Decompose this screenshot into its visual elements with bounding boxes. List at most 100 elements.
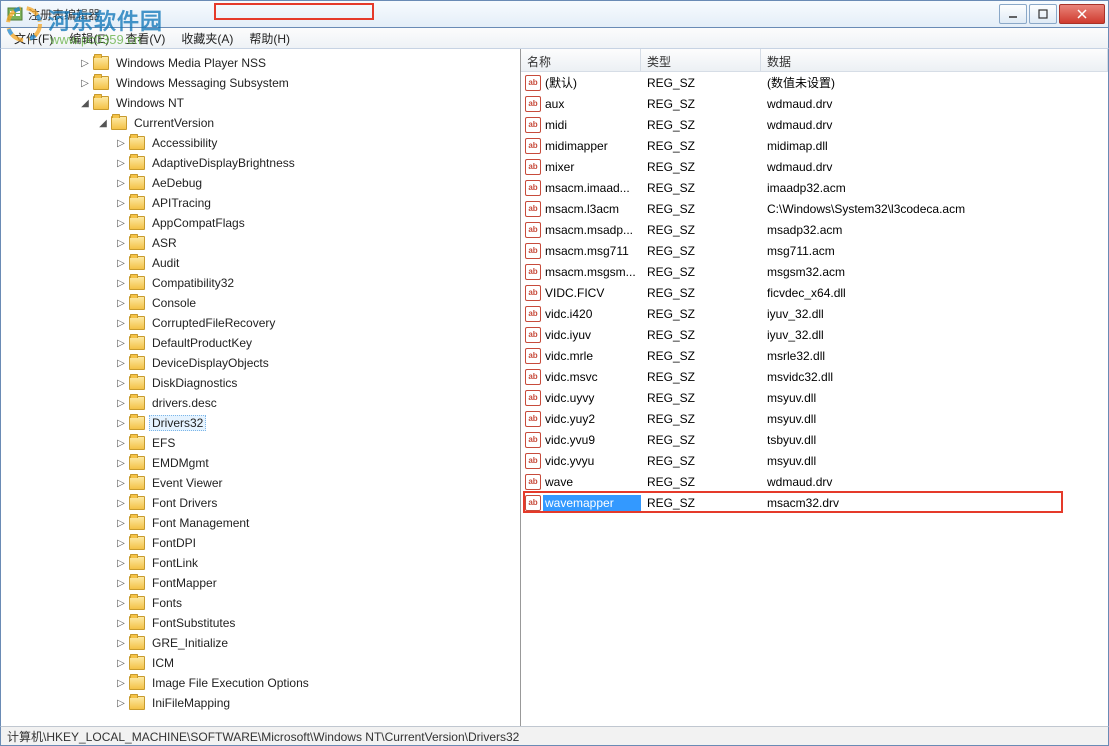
close-button[interactable]: [1059, 4, 1105, 24]
tree-item[interactable]: ▷Font Drivers: [1, 493, 520, 513]
list-row[interactable]: abmsacm.msg711REG_SZmsg711.acm: [521, 240, 1108, 261]
maximize-button[interactable]: [1029, 4, 1057, 24]
tree-item[interactable]: ▷Drivers32: [1, 413, 520, 433]
expand-icon[interactable]: ▷: [115, 697, 127, 709]
tree-item[interactable]: ▷ASR: [1, 233, 520, 253]
expand-icon[interactable]: ▷: [115, 457, 127, 469]
list-row[interactable]: abvidc.iyuvREG_SZiyuv_32.dll: [521, 324, 1108, 345]
expand-icon[interactable]: ▷: [79, 77, 91, 89]
list-row[interactable]: abvidc.yuy2REG_SZmsyuv.dll: [521, 408, 1108, 429]
tree-item[interactable]: ▷AeDebug: [1, 173, 520, 193]
list-row[interactable]: abmsacm.msadp...REG_SZmsadp32.acm: [521, 219, 1108, 240]
tree-item[interactable]: ▷APITracing: [1, 193, 520, 213]
tree-item[interactable]: ▷FontLink: [1, 553, 520, 573]
tree-item[interactable]: ▷Fonts: [1, 593, 520, 613]
expand-icon[interactable]: ▷: [115, 417, 127, 429]
expand-icon[interactable]: ▷: [115, 297, 127, 309]
expand-icon[interactable]: ▷: [115, 597, 127, 609]
tree-item[interactable]: ▷EMDMgmt: [1, 453, 520, 473]
list-row[interactable]: abvidc.i420REG_SZiyuv_32.dll: [521, 303, 1108, 324]
list-row[interactable]: abauxREG_SZwdmaud.drv: [521, 93, 1108, 114]
list-row[interactable]: ab(默认)REG_SZ(数值未设置): [521, 72, 1108, 93]
tree-item[interactable]: ▷CorruptedFileRecovery: [1, 313, 520, 333]
expand-icon[interactable]: ▷: [115, 257, 127, 269]
list-row[interactable]: abvidc.mrleREG_SZmsrle32.dll: [521, 345, 1108, 366]
tree-item[interactable]: ▷GRE_Initialize: [1, 633, 520, 653]
expand-icon[interactable]: ▷: [115, 177, 127, 189]
list-row[interactable]: abmsacm.l3acmREG_SZC:\Windows\System32\l…: [521, 198, 1108, 219]
list-row[interactable]: abvidc.yvu9REG_SZtsbyuv.dll: [521, 429, 1108, 450]
expand-icon[interactable]: ▷: [115, 637, 127, 649]
list-body[interactable]: ab(默认)REG_SZ(数值未设置)abauxREG_SZwdmaud.drv…: [521, 72, 1108, 726]
tree-item[interactable]: ▷DiskDiagnostics: [1, 373, 520, 393]
expand-icon[interactable]: ▷: [115, 197, 127, 209]
tree-item[interactable]: ▷Windows Media Player NSS: [1, 53, 520, 73]
tree-pane[interactable]: ▷Windows Media Player NSS▷Windows Messag…: [1, 49, 521, 726]
tree-item[interactable]: ◢Windows NT: [1, 93, 520, 113]
minimize-button[interactable]: [999, 4, 1027, 24]
list-row[interactable]: abmidimapperREG_SZmidimap.dll: [521, 135, 1108, 156]
expand-icon[interactable]: ▷: [115, 277, 127, 289]
expand-icon[interactable]: ▷: [79, 57, 91, 69]
tree-item[interactable]: ▷Windows Messaging Subsystem: [1, 73, 520, 93]
expand-icon[interactable]: ▷: [115, 477, 127, 489]
col-header-type[interactable]: 类型: [641, 49, 761, 71]
collapse-icon[interactable]: ◢: [79, 97, 91, 109]
list-row[interactable]: abmsacm.imaad...REG_SZimaadp32.acm: [521, 177, 1108, 198]
list-row[interactable]: abmidiREG_SZwdmaud.drv: [521, 114, 1108, 135]
expand-icon[interactable]: ▷: [115, 537, 127, 549]
expand-icon[interactable]: ▷: [115, 137, 127, 149]
tree-item[interactable]: ▷DefaultProductKey: [1, 333, 520, 353]
list-row[interactable]: abmixerREG_SZwdmaud.drv: [521, 156, 1108, 177]
menu-help[interactable]: 帮助(H): [242, 28, 297, 49]
list-row[interactable]: abwaveREG_SZwdmaud.drv: [521, 471, 1108, 492]
tree-item[interactable]: ▷Audit: [1, 253, 520, 273]
expand-icon[interactable]: ▷: [115, 357, 127, 369]
tree-item[interactable]: ▷drivers.desc: [1, 393, 520, 413]
expand-icon[interactable]: ▷: [115, 397, 127, 409]
tree-item[interactable]: ▷ICM: [1, 653, 520, 673]
tree-item[interactable]: ▷FontMapper: [1, 573, 520, 593]
menu-favorites[interactable]: 收藏夹(A): [174, 28, 240, 49]
menu-view[interactable]: 查看(V): [118, 28, 172, 49]
tree-item[interactable]: ▷Font Management: [1, 513, 520, 533]
expand-icon[interactable]: ▷: [115, 497, 127, 509]
list-row[interactable]: abVIDC.FICVREG_SZficvdec_x64.dll: [521, 282, 1108, 303]
expand-icon[interactable]: ▷: [115, 437, 127, 449]
tree-item[interactable]: ▷FontDPI: [1, 533, 520, 553]
tree-item[interactable]: ▷AppCompatFlags: [1, 213, 520, 233]
list-row[interactable]: abvidc.yvyuREG_SZmsyuv.dll: [521, 450, 1108, 471]
expand-icon[interactable]: ▷: [115, 677, 127, 689]
col-header-name[interactable]: 名称: [521, 49, 641, 71]
collapse-icon[interactable]: ◢: [97, 117, 109, 129]
list-row[interactable]: abwavemapperREG_SZmsacm32.drv: [521, 492, 1108, 513]
tree-item[interactable]: ▷IniFileMapping: [1, 693, 520, 713]
tree-item[interactable]: ▷Event Viewer: [1, 473, 520, 493]
list-row[interactable]: abmsacm.msgsm...REG_SZmsgsm32.acm: [521, 261, 1108, 282]
menu-file[interactable]: 文件(F): [7, 28, 60, 49]
expand-icon[interactable]: ▷: [115, 317, 127, 329]
tree-item[interactable]: ▷AdaptiveDisplayBrightness: [1, 153, 520, 173]
expand-icon[interactable]: ▷: [115, 577, 127, 589]
col-header-data[interactable]: 数据: [761, 49, 1108, 71]
list-row[interactable]: abvidc.msvcREG_SZmsvidc32.dll: [521, 366, 1108, 387]
tree-item[interactable]: ▷EFS: [1, 433, 520, 453]
expand-icon[interactable]: ▷: [115, 217, 127, 229]
expand-icon[interactable]: ▷: [115, 377, 127, 389]
list-row[interactable]: abvidc.uyvyREG_SZmsyuv.dll: [521, 387, 1108, 408]
expand-icon[interactable]: ▷: [115, 337, 127, 349]
expand-icon[interactable]: ▷: [115, 237, 127, 249]
expand-icon[interactable]: ▷: [115, 157, 127, 169]
tree-item[interactable]: ▷FontSubstitutes: [1, 613, 520, 633]
tree-item[interactable]: ▷Console: [1, 293, 520, 313]
tree-item[interactable]: ▷Accessibility: [1, 133, 520, 153]
tree-item[interactable]: ▷DeviceDisplayObjects: [1, 353, 520, 373]
expand-icon[interactable]: ▷: [115, 617, 127, 629]
tree-item[interactable]: ▷Compatibility32: [1, 273, 520, 293]
expand-icon[interactable]: ▷: [115, 657, 127, 669]
expand-icon[interactable]: ▷: [115, 557, 127, 569]
expand-icon[interactable]: ▷: [115, 517, 127, 529]
menu-edit[interactable]: 编辑(E): [62, 28, 116, 49]
tree-item[interactable]: ◢CurrentVersion: [1, 113, 520, 133]
tree-item[interactable]: ▷Image File Execution Options: [1, 673, 520, 693]
